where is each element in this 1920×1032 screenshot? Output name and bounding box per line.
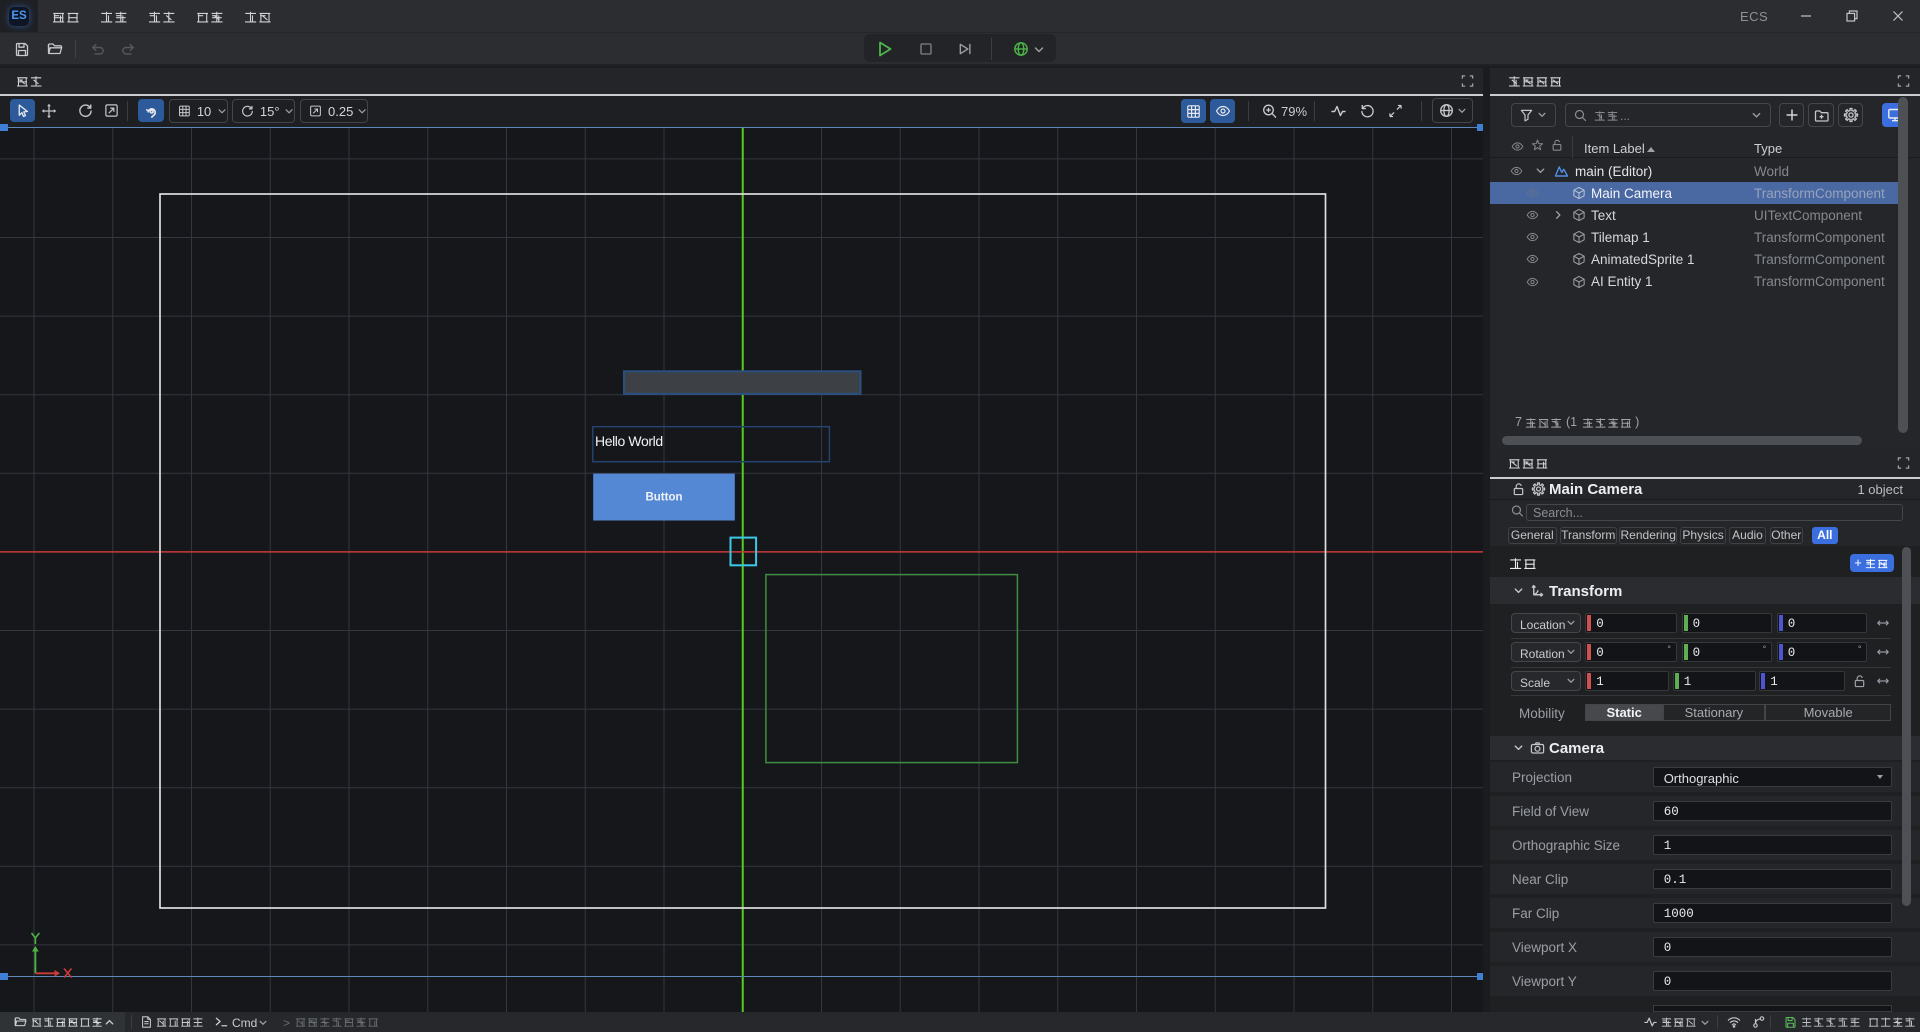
svg-text:Hello World: Hello World [595, 433, 663, 449]
svg-text:Button: Button [645, 492, 682, 504]
